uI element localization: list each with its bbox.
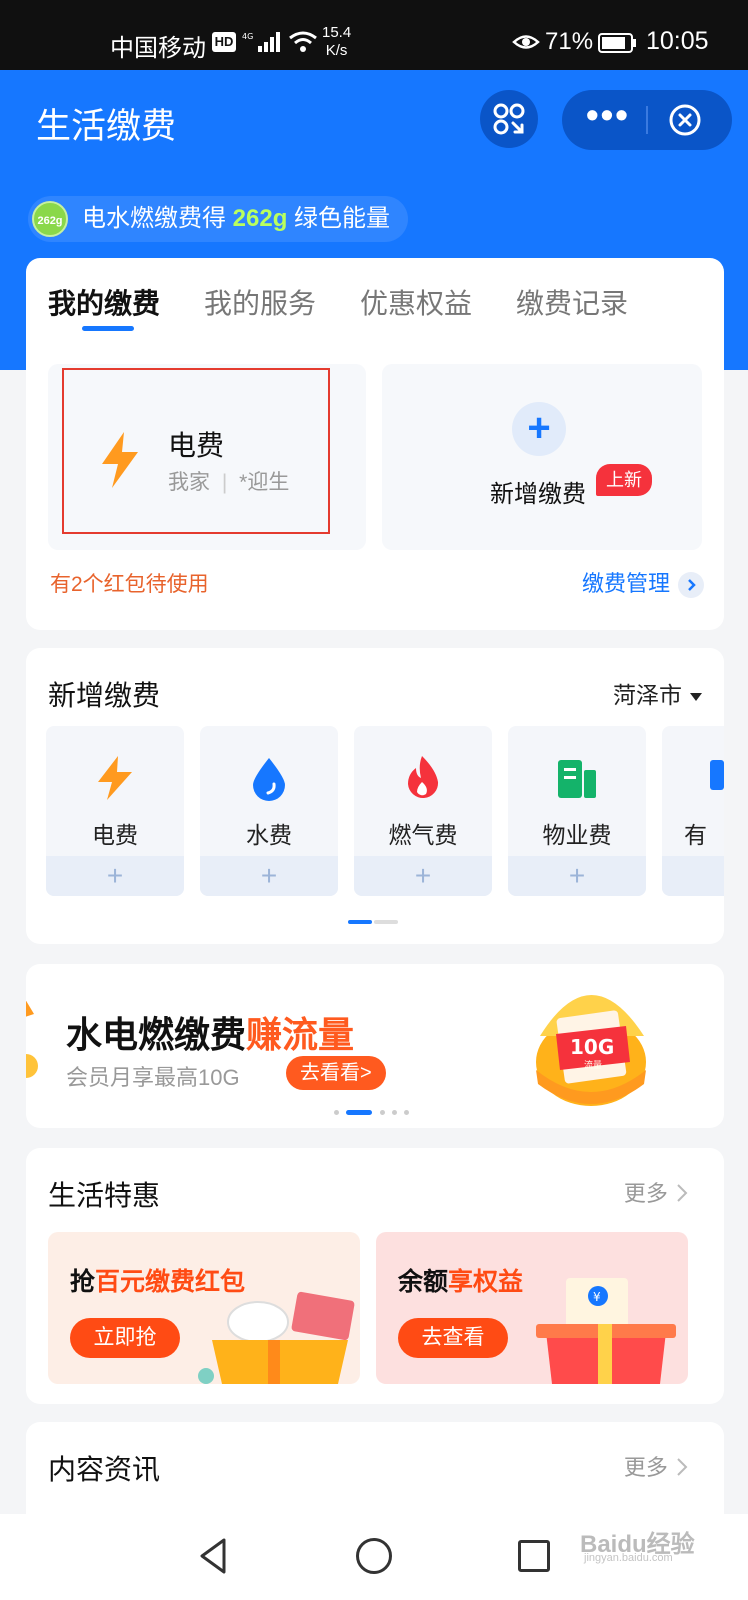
section-title: 生活特惠 [48, 1180, 161, 1211]
chevron-right-icon [678, 572, 704, 599]
page-title: 生活缴费 [36, 107, 177, 146]
service-cable[interactable]: 有线 [662, 726, 724, 896]
green-energy-banner[interactable]: 262g 电水燃缴费得 262g 绿色能量 [28, 196, 409, 242]
chevron-right-icon [677, 1184, 688, 1202]
caret-down-icon [690, 692, 702, 701]
energy-prefix: 电水燃缴费得 [82, 205, 226, 232]
service-electricity[interactable]: 电费 + [46, 726, 184, 896]
add-icon: + [200, 856, 338, 896]
gift-coupon-icon: ¥ [536, 1278, 676, 1384]
banner-dots [334, 1110, 414, 1116]
section-title: 新增缴费 [48, 680, 161, 711]
service-water[interactable]: 水费 + [200, 726, 338, 896]
chevron-right-icon [677, 1458, 688, 1476]
more-link[interactable]: 更多 [624, 1450, 690, 1482]
home-icon[interactable] [356, 1538, 392, 1574]
back-icon[interactable] [196, 1536, 230, 1576]
add-icon [662, 856, 724, 896]
see-more-button[interactable]: 去看看> [286, 1056, 386, 1090]
more-link[interactable]: 更多 [624, 1176, 690, 1208]
data-gift-icon: 10G 流量 [536, 995, 646, 1106]
water-drop-icon [253, 758, 285, 801]
clock: 10:05 [646, 27, 709, 55]
recent-apps-icon[interactable] [518, 1540, 550, 1572]
tv-icon [710, 760, 724, 790]
coupons-link[interactable]: 有2个红包待使用 [50, 568, 209, 598]
deal-balance-benefit[interactable]: 余额享权益 去查看 ¥ [376, 1232, 688, 1384]
building-icon [558, 760, 596, 798]
svg-text:流量: 流量 [584, 1059, 602, 1071]
service-gas[interactable]: 燃气费 + [354, 726, 492, 896]
new-badge: 上新 [596, 464, 652, 496]
add-icon: + [354, 856, 492, 896]
city-selector[interactable]: 菏泽市 [613, 676, 702, 710]
close-icon[interactable] [668, 103, 702, 137]
new-payment-card: 新增缴费 菏泽市 电费 + 水费 + 燃气费 + 物业费 + 有 [26, 648, 724, 944]
battery-icon [598, 33, 636, 53]
eye-comfort-icon [512, 35, 540, 49]
highlight-frame [62, 368, 330, 534]
energy-amount: 262g [232, 205, 288, 232]
coin-decoration-icon [26, 1000, 38, 1078]
life-deals-card: 生活特惠 更多 抢百元缴费红包 立即抢 余额享权益 去查看 ¥ [26, 1148, 724, 1404]
add-icon: + [46, 856, 184, 896]
my-bills-card: 我的缴费 我的服务 优惠权益 缴费记录 电费 我家 | *迎生 + 新增缴费 上… [26, 258, 724, 630]
more-options-icon[interactable]: ••• [586, 97, 636, 134]
service-property[interactable]: 物业费 + [508, 726, 646, 896]
pager-indicator [348, 920, 400, 924]
scan-button[interactable] [480, 90, 538, 148]
plus-icon: + [512, 402, 566, 456]
network-speed: 15.4 K/s [322, 24, 352, 59]
add-payment-label: 新增缴费 [490, 481, 586, 508]
flame-icon [408, 756, 439, 799]
wifi-icon [289, 31, 317, 52]
promo-banner[interactable]: 水电燃缴费赚流量 会员月享最高10G 去看看> 10G 流量 [26, 964, 724, 1128]
tab-my-bills[interactable]: 我的缴费 [48, 282, 160, 322]
energy-badge-icon: 262g [32, 201, 68, 237]
promo-title: 水电燃缴费赚流量 [66, 1014, 355, 1055]
miniapp-capsule: ••• [562, 90, 732, 150]
add-payment-tile[interactable]: + 新增缴费 上新 [382, 364, 702, 550]
active-tab-indicator [82, 326, 134, 331]
watermark-url: jingyan.baidu.com [584, 1552, 673, 1564]
carrier-name: 中国移动 [110, 35, 206, 62]
view-button[interactable]: 去查看 [398, 1318, 508, 1358]
promo-subtitle: 会员月享最高10G [66, 1065, 240, 1090]
section-title: 内容资讯 [48, 1454, 161, 1485]
deal-red-packet[interactable]: 抢百元缴费红包 立即抢 [48, 1232, 360, 1384]
scan-icon [493, 103, 525, 135]
tab-payment-history[interactable]: 缴费记录 [516, 282, 628, 322]
hd-icon: HD [212, 32, 236, 52]
tab-offers[interactable]: 优惠权益 [360, 282, 472, 322]
capsule-divider [646, 106, 648, 134]
add-icon: + [508, 856, 646, 896]
lightning-icon [98, 756, 132, 800]
battery-percent: 71% [545, 28, 594, 55]
tab-bar: 我的缴费 我的服务 优惠权益 缴费记录 [48, 282, 708, 338]
svg-text:4G: 4G [242, 32, 253, 41]
signal-icon: 4G [242, 32, 280, 52]
grab-now-button[interactable]: 立即抢 [70, 1318, 180, 1358]
payment-management-link[interactable]: 缴费管理 [582, 566, 704, 599]
svg-text:¥: ¥ [593, 1290, 601, 1304]
svg-text:10G: 10G [570, 1035, 614, 1059]
energy-suffix: 绿色能量 [294, 205, 391, 232]
status-bar: 中国移动 HD 4G 15.4 K/s 71% 10:05 [0, 0, 748, 70]
gift-box-icon [198, 1291, 355, 1384]
tab-my-services[interactable]: 我的服务 [204, 282, 316, 322]
